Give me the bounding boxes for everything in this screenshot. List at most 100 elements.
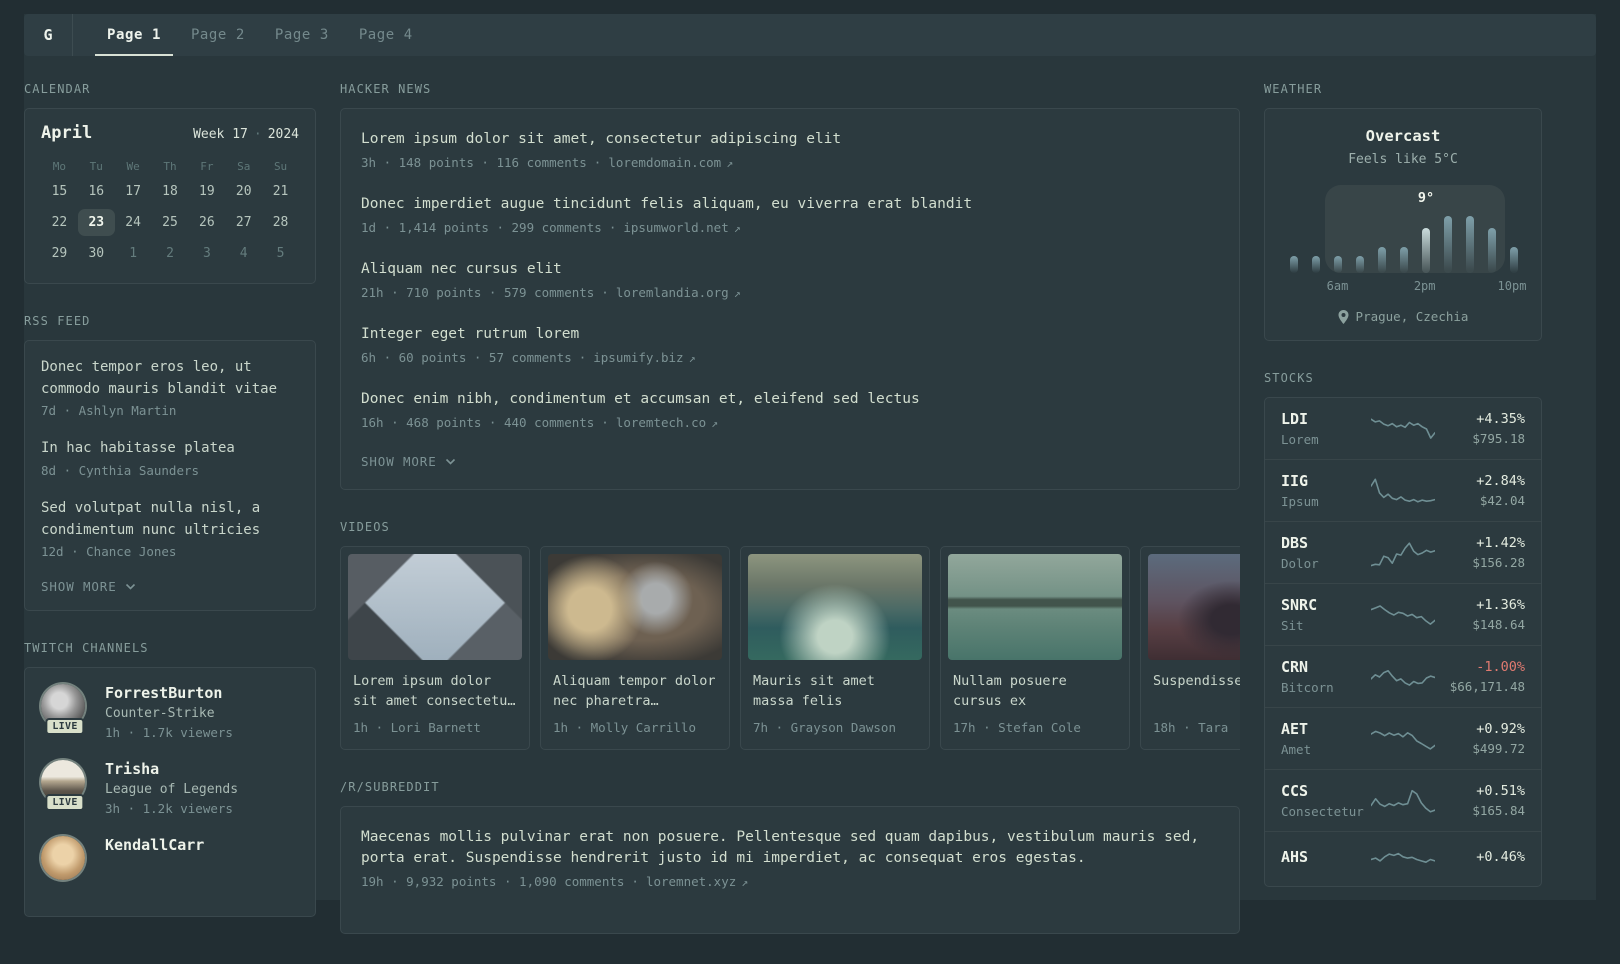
story-domain: loremtech.co [615,415,707,431]
rss-item: In hac habitasse platea 8d · Cynthia Sau… [41,438,299,478]
calendar-day: 28 [272,215,289,230]
twitch-channel-row[interactable]: LIVE Trisha League of Legends 3h · 1.2k … [41,760,299,816]
story-title-link[interactable]: Lorem ipsum dolor sit amet, consectetur … [361,129,1219,150]
reddit-post-meta: 19h · 9,932 points · 1,090 comments · lo… [361,874,1219,889]
stock-symbol: AHS [1281,848,1309,866]
stocks-widget: LDI Lorem +4.35% $795.18 IIG Ipsum +2.84… [1264,397,1542,887]
temp-bar [1422,228,1430,273]
video-thumbnail[interactable] [948,554,1122,661]
reddit-post: Maecenas mollis pulvinar erat non posuer… [361,827,1219,889]
weather-location-text: Prague, Czechia [1355,309,1469,324]
page-tab[interactable]: Page 2 [179,14,257,56]
video-thumbnail[interactable] [1148,554,1240,661]
video-card[interactable]: Mauris sit amet massa felis 7h · Grayson… [740,546,930,751]
video-thumbnail[interactable] [548,554,722,661]
video-thumbnail[interactable] [748,554,922,661]
story-domain: ipsumworld.net [623,220,729,236]
separator-dot: · [601,415,609,431]
stock-row[interactable]: DBS Dolor +1.42% $156.28 [1265,521,1541,583]
story-title-link[interactable]: Integer eget rutrum lorem [361,324,1219,345]
stock-name: Lorem [1281,432,1319,447]
twitch-avatar-wrap: LIVE [41,760,89,812]
rss-item-title-link[interactable]: In hac habitasse platea [41,438,299,460]
calendar-day: 19 [199,184,215,199]
stock-change: +1.36% [1476,597,1525,613]
story-stats: 16h · 468 points · 440 comments [361,415,595,431]
twitch-channel-row[interactable]: KendallCarr [41,836,299,881]
story-title-link[interactable]: Donec enim nibh, condimentum et accumsan… [361,389,1219,410]
calendar-weekday: Th [163,160,177,173]
calendar-day: 25 [162,215,178,230]
weather-feels-like: Feels like 5°C [1348,152,1458,167]
story-title-link[interactable]: Donec imperdiet augue tincidunt felis al… [361,194,1219,215]
calendar-weekday-row: Mo Tu We Th Fr Sa Su [41,155,299,178]
story-domain-link[interactable]: loremdomain.com ↗ [608,155,733,170]
twitch-channel-name: ForrestBurton [105,684,223,703]
twitch-channel-row[interactable]: LIVE ForrestBurton Counter-Strike 1h · 1… [41,684,299,740]
stock-row[interactable]: IIG Ipsum +2.84% $42.04 [1265,459,1541,521]
temp-bar [1312,256,1320,273]
story-domain-link[interactable]: ipsumworld.net ↗ [623,220,740,235]
rss-item-title-link[interactable]: Sed volutpat nulla nisl, a condimentum n… [41,498,299,541]
stock-price: $148.64 [1472,617,1525,632]
stock-row[interactable]: SNRC Sit +1.36% $148.64 [1265,583,1541,645]
app-logo[interactable]: G [24,14,72,56]
weather-location[interactable]: Prague, Czechia [1283,309,1523,324]
twitch-channel-meta: 3h · 1.2k viewers [105,801,233,817]
story-domain-link[interactable]: ipsumify.biz ↗ [593,350,695,365]
story-domain-link[interactable]: loremlandia.org ↗ [616,285,741,300]
stock-name: Consectetur [1281,804,1364,819]
calendar-weekday: We [126,160,140,173]
stock-change: -1.00% [1476,659,1525,675]
stock-identity: SNRC Sit [1281,596,1363,633]
video-card[interactable]: Suspendisse diam 18h · Tara [1140,546,1240,751]
calendar-day: 30 [88,246,105,261]
video-title: Lorem ipsum dolor sit amet consectetu… [353,673,516,710]
stock-row[interactable]: AHS +0.46% [1265,831,1541,886]
twitch-channel-info: Trisha League of Legends 3h · 1.2k viewe… [105,760,238,816]
twitch-section: TWITCH CHANNELS LIVE ForrestBurton Count… [24,641,316,918]
reddit-post-domain-link[interactable]: loremnet.xyz ↗ [646,874,748,889]
stock-price: $795.18 [1472,431,1525,446]
calendar-day: 20 [235,184,252,199]
stock-identity: IIG Ipsum [1281,472,1363,509]
temp-bar-slot [1283,256,1305,273]
stock-symbol: SNRC [1281,596,1318,614]
stock-change: +1.42% [1476,535,1525,551]
story-item: Lorem ipsum dolor sit amet, consectetur … [361,129,1219,170]
video-card[interactable]: Lorem ipsum dolor sit amet consectetu… 1… [340,546,530,751]
story-domain-link[interactable]: loremtech.co ↗ [616,415,718,430]
video-thumbnail[interactable] [348,554,522,661]
video-title: Mauris sit amet massa felis [753,673,875,710]
page-tabs: Page 1 Page 2 Page 3 Page 4 [73,14,425,56]
rss-item-title-link[interactable]: Donec tempor eros leo, ut commodo mauris… [41,357,299,400]
video-card[interactable]: Nullam posuere cursus ex 17h · Stefan Co… [940,546,1130,751]
stock-row[interactable]: AET Amet +0.92% $499.72 [1265,707,1541,769]
stock-row[interactable]: LDI Lorem +4.35% $795.18 [1265,398,1541,459]
rss-item: Sed volutpat nulla nisl, a condimentum n… [41,498,299,559]
temp-bar-slot [1503,247,1525,273]
twitch-channel-info: KendallCarr [105,836,204,858]
weather-section-label: WEATHER [1264,82,1323,96]
reddit-post-title-link[interactable]: Maecenas mollis pulvinar erat non posuer… [361,827,1219,869]
twitch-avatar-wrap [41,836,89,881]
page-tab[interactable]: Page 1 [95,14,173,56]
stock-row[interactable]: CRN Bitcorn -1.00% $66,171.48 [1265,645,1541,707]
story-title-link[interactable]: Aliquam nec cursus elit [361,259,1219,280]
stocks-section-label: STOCKS [1264,371,1314,385]
hackernews-widget: Lorem ipsum dolor sit amet, consectetur … [340,108,1240,491]
stock-name: Dolor [1281,556,1319,571]
hackernews-show-more-button[interactable]: SHOW MORE [361,454,456,469]
rss-show-more-button[interactable]: SHOW MORE [41,579,136,594]
calendar-week: Week 17 [193,127,248,142]
calendar-day: 16 [88,184,105,199]
stock-row[interactable]: CCS Consectetur +0.51% $165.84 [1265,769,1541,831]
video-card[interactable]: Aliquam tempor dolor nec pharetra… 1h · … [540,546,730,751]
page-tab[interactable]: Page 4 [347,14,425,56]
calendar-day: 21 [272,184,289,199]
stock-symbol: CRN [1281,658,1309,676]
page-tab[interactable]: Page 3 [263,14,341,56]
temp-bar [1290,256,1298,273]
subreddit-section-label: /R/SUBREDDIT [340,780,440,795]
hackernews-section: HACKER NEWS Lorem ipsum dolor sit amet, … [340,82,1240,491]
